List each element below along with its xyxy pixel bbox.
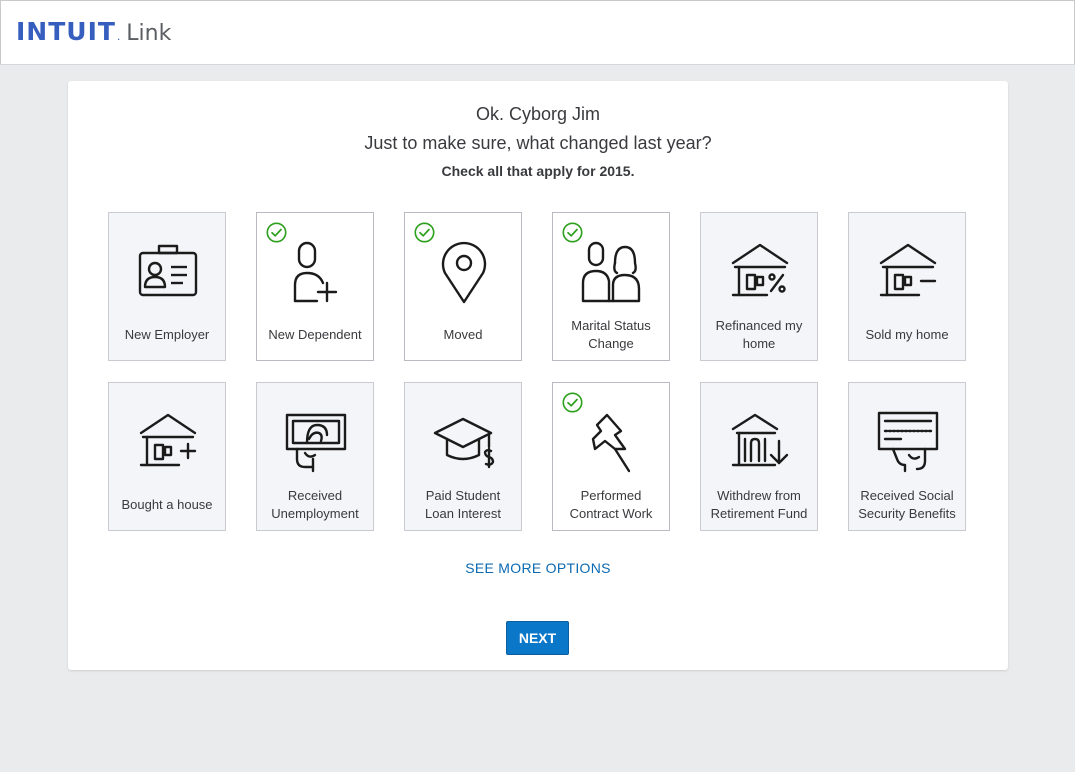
tile-label: Marital Status Change: [571, 318, 651, 351]
top-bar: INTUIT . Link: [0, 0, 1075, 65]
tile-withdrew-retirement-fund[interactable]: Withdrew from Retirement Fund: [700, 382, 818, 531]
graduation-cap-icon: [431, 409, 497, 475]
location-pin-icon: [431, 239, 497, 305]
life-event-grid: New Employer New Dependent Moved Marital…: [108, 212, 966, 531]
tile-label: Performed Contract Work: [569, 488, 653, 521]
tile-label: Received Unemployment: [271, 488, 359, 521]
logo-product: Link: [126, 21, 172, 46]
tile-label: Paid Student Loan Interest: [425, 488, 501, 521]
tile-new-dependent[interactable]: New Dependent: [256, 212, 374, 361]
tile-received-unemployment[interactable]: Received Unemployment: [256, 382, 374, 531]
tile-label: New Dependent: [268, 327, 362, 342]
tile-performed-contract-work[interactable]: Performed Contract Work: [552, 382, 670, 531]
tile-label: Withdrew from Retirement Fund: [710, 488, 808, 521]
tile-label: Sold my home: [865, 327, 949, 342]
tile-label: Bought a house: [121, 497, 213, 512]
tile-label: New Employer: [124, 327, 210, 342]
tile-marital-status-change[interactable]: Marital Status Change: [552, 212, 670, 361]
add-person-icon: [283, 239, 349, 305]
tile-paid-student-loan-interest[interactable]: Paid Student Loan Interest: [404, 382, 522, 531]
house-plus-icon: [135, 409, 201, 475]
tile-moved[interactable]: Moved: [404, 212, 522, 361]
tile-label: Refinanced my home: [715, 318, 803, 351]
see-more-options-link[interactable]: SEE MORE OPTIONS: [68, 560, 1008, 576]
house-percent-icon: [727, 239, 793, 305]
greeting: Ok. Cyborg Jim: [475, 104, 601, 124]
bank-withdraw-icon: [727, 409, 793, 475]
life-events-card: Ok. Cyborg Jim Just to make sure, what c…: [68, 81, 1008, 670]
check-hand-icon: [875, 409, 941, 475]
tile-received-social-security[interactable]: Received Social Security Benefits: [848, 382, 966, 531]
id-badge-icon: [135, 239, 201, 305]
tile-bought-house[interactable]: Bought a house: [108, 382, 226, 531]
logo-brand: INTUIT: [16, 17, 116, 46]
pushpin-icon: [579, 409, 645, 475]
page-question: Just to make sure, what changed last yea…: [364, 133, 712, 153]
tile-sold-home[interactable]: Sold my home: [848, 212, 966, 361]
money-hand-icon: [283, 409, 349, 475]
tile-label: Moved: [443, 327, 483, 342]
house-minus-icon: [875, 239, 941, 305]
instruction: Check all that apply for 2015.: [441, 163, 635, 179]
couple-icon: [579, 239, 645, 305]
logo-dot: .: [116, 29, 121, 43]
intuit-link-logo: INTUIT . Link: [16, 17, 171, 46]
tile-label: Received Social Security Benefits: [858, 488, 956, 521]
next-button[interactable]: NEXT: [506, 621, 569, 655]
tile-refinanced-home[interactable]: Refinanced my home: [700, 212, 818, 361]
tile-new-employer[interactable]: New Employer: [108, 212, 226, 361]
